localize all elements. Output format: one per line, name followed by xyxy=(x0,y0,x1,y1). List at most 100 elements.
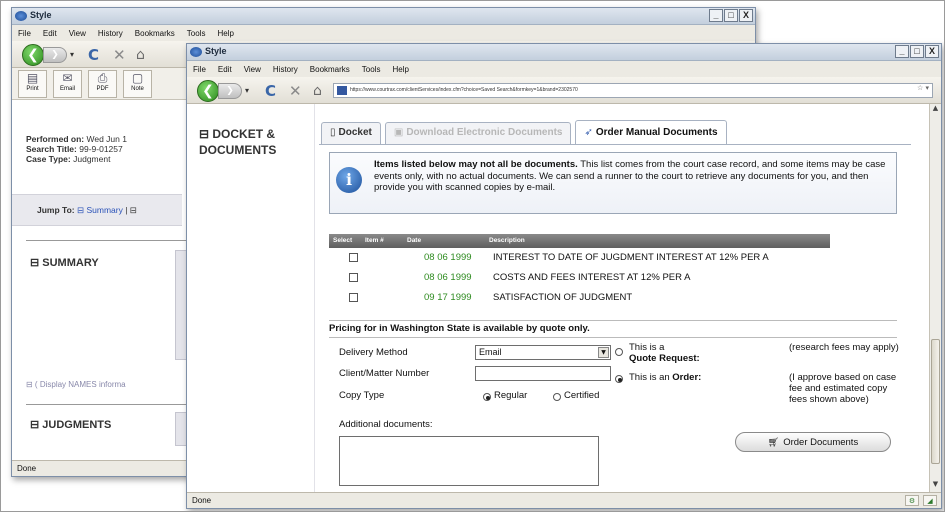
menu-bookmarks[interactable]: Bookmarks xyxy=(310,65,350,74)
left-section-column: ⊟ DOCKET & DOCUMENTS xyxy=(187,104,315,492)
maximize-button[interactable]: □ xyxy=(724,9,738,22)
back-arrow-icon[interactable]: ❮ xyxy=(22,44,44,66)
order-form: Delivery Method Email ▼ Client/Matter Nu… xyxy=(329,338,899,508)
browser-logo-icon xyxy=(15,11,27,21)
additional-documents-label: Additional documents: xyxy=(339,419,433,430)
maximize-button[interactable]: □ xyxy=(910,45,924,58)
browser-logo-icon xyxy=(190,47,202,57)
menu-view[interactable]: View xyxy=(69,29,86,38)
quote-fee-note: (research fees may apply) xyxy=(789,342,899,353)
menu-tools[interactable]: Tools xyxy=(187,29,206,38)
bookmark-star-icon[interactable]: ☆ ▾ xyxy=(917,84,929,92)
menu-file[interactable]: File xyxy=(18,29,31,38)
quote-request-radio[interactable] xyxy=(615,348,623,356)
resize-grip-icon[interactable]: ◢ xyxy=(923,495,937,506)
menu-view[interactable]: View xyxy=(244,65,261,74)
scroll-up-icon[interactable]: ▲ xyxy=(930,104,941,116)
select-checkbox[interactable] xyxy=(349,273,358,282)
client-matter-label: Client/Matter Number xyxy=(339,368,430,379)
tab-order-manual-documents[interactable]: ➶ Order Manual Documents xyxy=(575,120,727,144)
back-menu-bar: File Edit View History Bookmarks Tools H… xyxy=(12,25,755,41)
summary-heading[interactable]: ⊟ SUMMARY xyxy=(30,256,99,269)
page-icon: ▯ xyxy=(330,127,336,138)
judgments-heading[interactable]: ⊟ JUDGMENTS xyxy=(30,418,111,431)
tab-docket[interactable]: ▯ Docket xyxy=(321,122,381,144)
history-dropdown-icon[interactable]: ▾ xyxy=(245,86,249,95)
menu-tools[interactable]: Tools xyxy=(362,65,381,74)
divider xyxy=(26,240,186,241)
back-arrow-icon[interactable]: ❮ xyxy=(197,80,219,102)
docket-documents-heading[interactable]: ⊟ DOCKET & DOCUMENTS xyxy=(199,126,276,158)
menu-bookmarks[interactable]: Bookmarks xyxy=(135,29,175,38)
menu-help[interactable]: Help xyxy=(217,29,233,38)
menu-history[interactable]: History xyxy=(273,65,298,74)
front-browser-window[interactable]: Style _ □ X File Edit View History Bookm… xyxy=(186,43,942,509)
client-matter-input[interactable] xyxy=(475,366,611,381)
history-dropdown-icon[interactable]: ▾ xyxy=(70,50,74,59)
table-row: 08 06 1999 INTEREST TO DATE OF JUGDMENT … xyxy=(329,248,830,268)
select-checkbox[interactable] xyxy=(349,253,358,262)
menu-edit[interactable]: Edit xyxy=(218,65,232,74)
home-icon[interactable]: ⌂ xyxy=(136,47,145,63)
jump-to-bar: Jump To: ⊟ Summary | ⊟ xyxy=(12,194,182,226)
cart-icon: 🛒︎ xyxy=(767,437,780,447)
scroll-down-icon[interactable]: ▼ xyxy=(930,480,941,492)
menu-help[interactable]: Help xyxy=(392,65,408,74)
order-radio[interactable] xyxy=(615,375,623,383)
jump-summary-link[interactable]: ⊟ Summary xyxy=(77,205,123,215)
copy-regular-radio[interactable] xyxy=(483,393,491,401)
site-favicon-icon xyxy=(337,86,347,95)
front-menu-bar: File Edit View History Bookmarks Tools H… xyxy=(187,61,941,77)
front-nav-toolbar: ❮ ❯ ▾ C ✕ ⌂ https://www.courtrax.com/cli… xyxy=(187,77,941,104)
envelope-icon: ✉ xyxy=(62,71,73,85)
security-icon[interactable]: ⚙ xyxy=(905,495,919,506)
print-button[interactable]: ▤ Print xyxy=(18,70,47,98)
url-input[interactable]: https://www.courtrax.com/clientServices/… xyxy=(333,83,933,98)
vertical-scrollbar[interactable]: ▲ ▼ xyxy=(929,104,941,492)
display-names-link[interactable]: ⊟ ( Display NAMES informa xyxy=(26,380,126,389)
home-icon[interactable]: ⌂ xyxy=(313,83,322,99)
copy-type-label: Copy Type xyxy=(339,390,385,401)
front-title-bar[interactable]: Style _ □ X xyxy=(187,44,941,61)
front-window-title: Style xyxy=(205,46,227,56)
order-label: This is an Order: xyxy=(629,372,702,383)
note-button[interactable]: ▢ Note xyxy=(123,70,152,98)
back-title-bar[interactable]: Style _ □ X xyxy=(12,8,755,25)
copy-certified-radio[interactable] xyxy=(553,393,561,401)
chevron-down-icon[interactable]: ▼ xyxy=(598,347,609,358)
menu-file[interactable]: File xyxy=(193,65,206,74)
additional-documents-textarea[interactable] xyxy=(339,436,599,486)
info-notice: i Items listed below may not all be docu… xyxy=(329,152,897,214)
tab-download-electronic-documents[interactable]: ▣ Download Electronic Documents xyxy=(384,122,572,144)
front-page-content: ▯ Docket ▣ Download Electronic Documents ➶… xyxy=(315,104,929,492)
stop-icon[interactable]: ✕ xyxy=(113,46,126,64)
delivery-method-label: Delivery Method xyxy=(339,347,408,358)
order-fee-note: (I approve based on case fee and estimat… xyxy=(789,372,897,405)
table-row: 09 17 1999 SATISFACTION OF JUDGMENT xyxy=(329,288,830,308)
tab-divider xyxy=(319,144,911,145)
runner-icon: ➶ xyxy=(584,127,593,138)
back-window-title: Style xyxy=(30,10,52,20)
order-documents-button[interactable]: 🛒︎ Order Documents xyxy=(735,432,891,452)
select-checkbox[interactable] xyxy=(349,293,358,302)
minimize-button[interactable]: _ xyxy=(895,45,909,58)
minimize-button[interactable]: _ xyxy=(709,9,723,22)
close-button[interactable]: X xyxy=(739,9,753,22)
table-header: Select Item # Date Description xyxy=(329,234,830,248)
stop-icon[interactable]: ✕ xyxy=(289,82,302,100)
download-icon: ▣ xyxy=(393,127,404,138)
scroll-thumb[interactable] xyxy=(931,339,940,464)
printer-icon: ▤ xyxy=(26,71,39,85)
forward-arrow-icon[interactable]: ❯ xyxy=(218,83,242,99)
close-button[interactable]: X xyxy=(925,45,939,58)
reload-icon[interactable]: C xyxy=(88,46,99,64)
menu-edit[interactable]: Edit xyxy=(43,29,57,38)
forward-arrow-icon[interactable]: ❯ xyxy=(43,47,67,63)
delivery-method-select[interactable]: Email ▼ xyxy=(475,345,611,360)
reload-icon[interactable]: C xyxy=(265,82,276,100)
documents-table: Select Item # Date Description 08 06 199… xyxy=(329,234,830,308)
quote-request-label: This is a Quote Request: xyxy=(629,342,700,364)
menu-history[interactable]: History xyxy=(98,29,123,38)
email-button[interactable]: ✉ Email xyxy=(53,70,82,98)
pdf-button[interactable]: ⎙ PDF xyxy=(88,70,117,98)
